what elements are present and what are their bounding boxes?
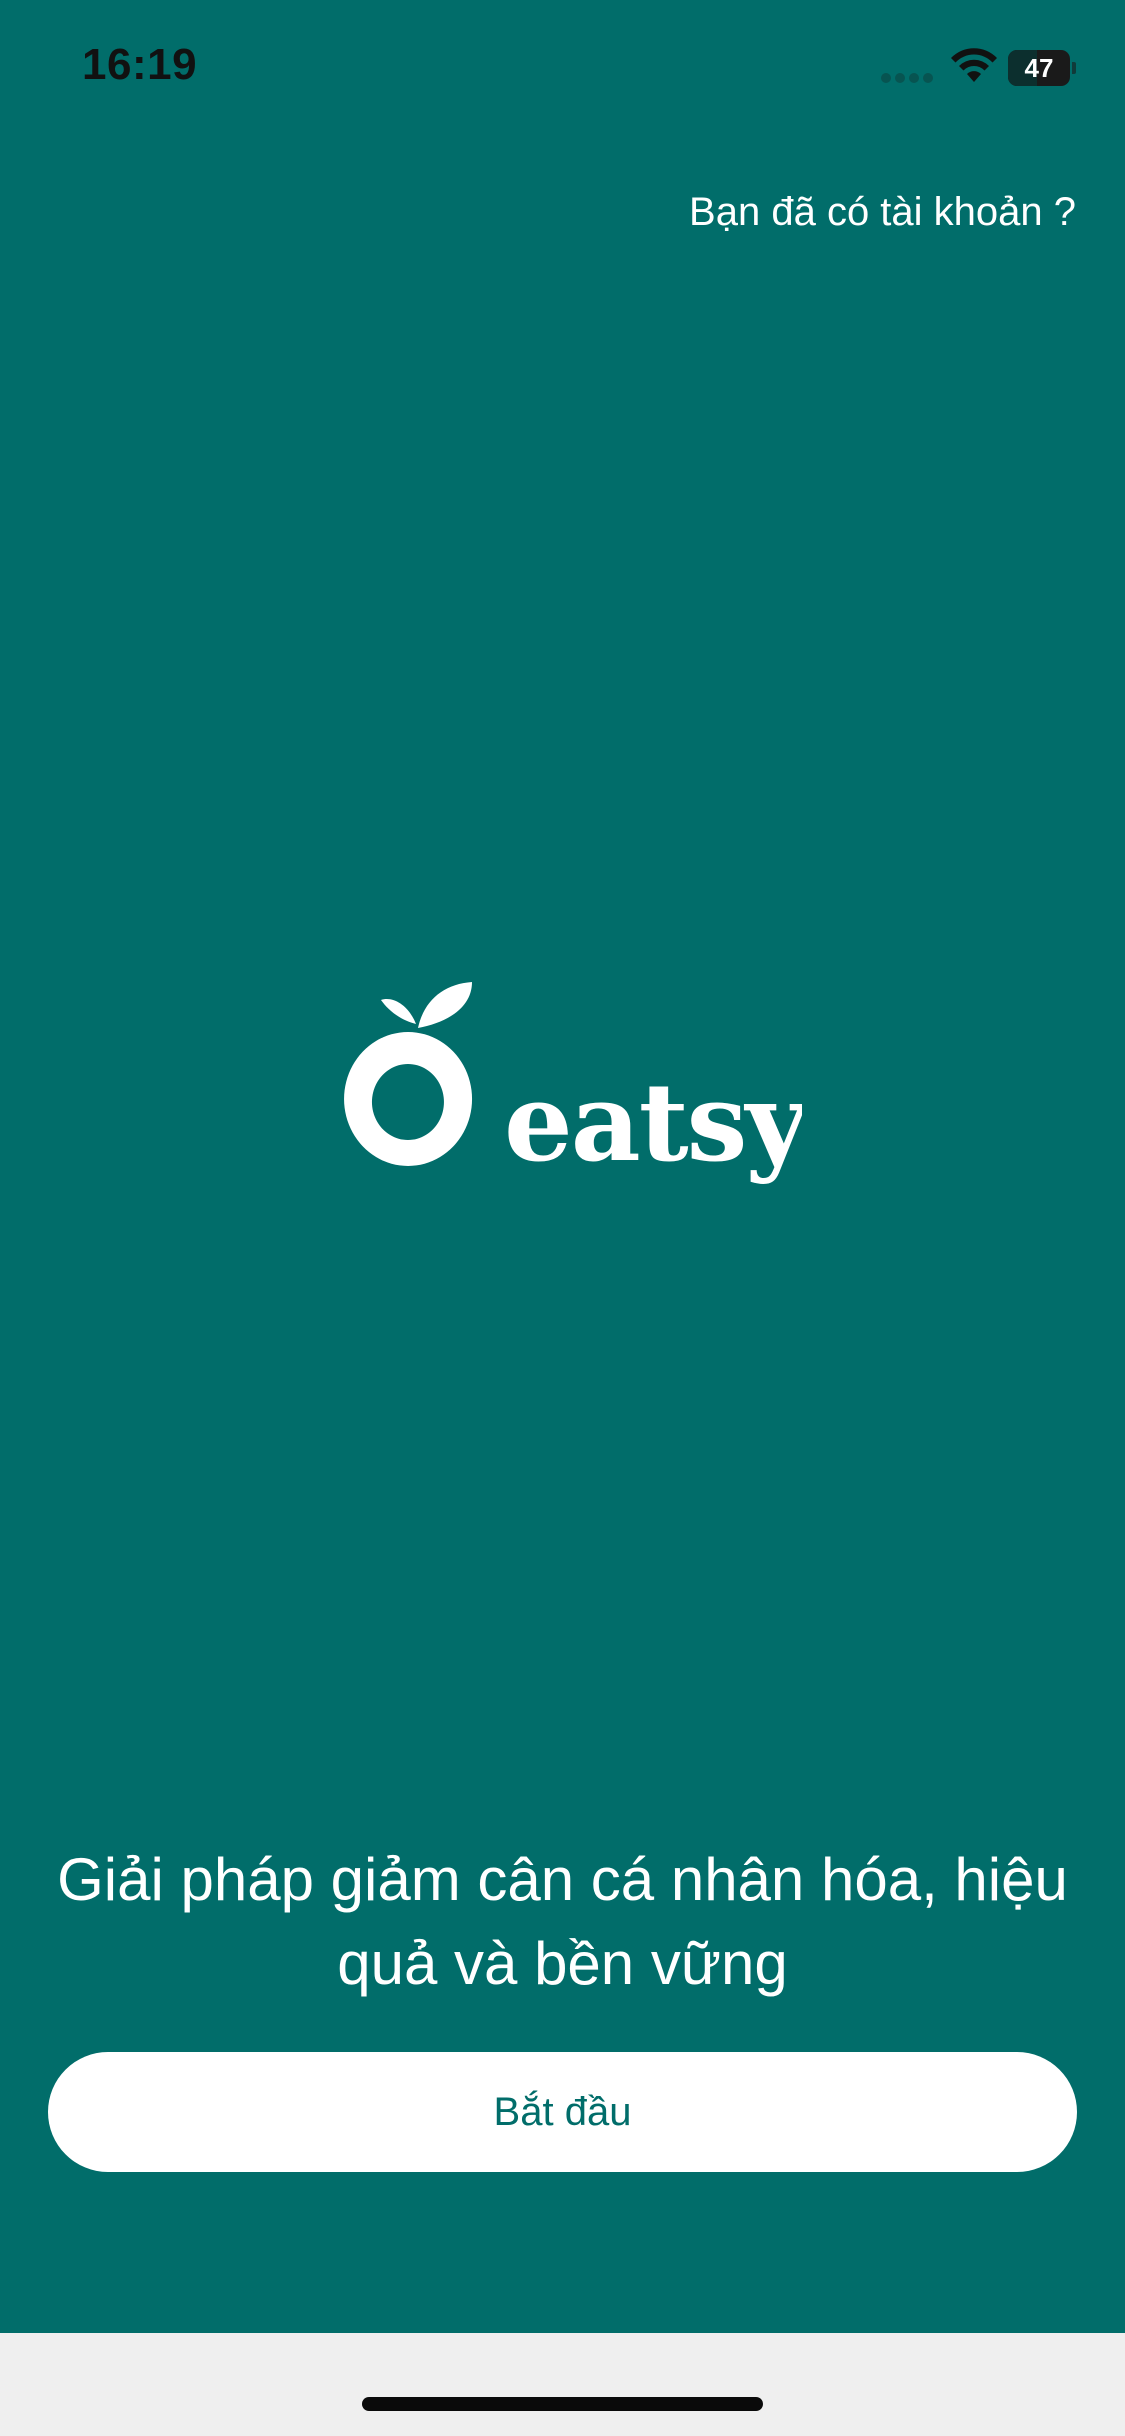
status-bar: 16:19 47: [0, 0, 1125, 140]
battery-body: 47: [1008, 50, 1070, 86]
wifi-icon: [951, 48, 997, 82]
battery-percent: 47: [1024, 53, 1054, 83]
logo-wordmark: eatsy: [504, 1060, 802, 1186]
start-button[interactable]: Bắt đầu: [48, 2052, 1077, 2172]
logo-mark-icon: [344, 982, 473, 1166]
tagline: Giải pháp giảm cân cá nhân hóa, hiệu quả…: [57, 1846, 1068, 1997]
battery-icon: 47: [1008, 50, 1076, 86]
status-time: 16:19: [82, 40, 198, 89]
home-indicator[interactable]: [362, 2397, 763, 2411]
eatsy-logo: eatsy: [344, 982, 802, 1186]
signal-icon: [881, 73, 933, 83]
bottom-bar: [0, 2333, 1125, 2436]
battery-cap: [1072, 62, 1076, 74]
login-link[interactable]: Bạn đã có tài khoản ?: [689, 190, 1076, 235]
onboarding-screen: 16:19 47 Bạn đã có tài khoản ? eatsy Giả…: [0, 0, 1125, 2333]
